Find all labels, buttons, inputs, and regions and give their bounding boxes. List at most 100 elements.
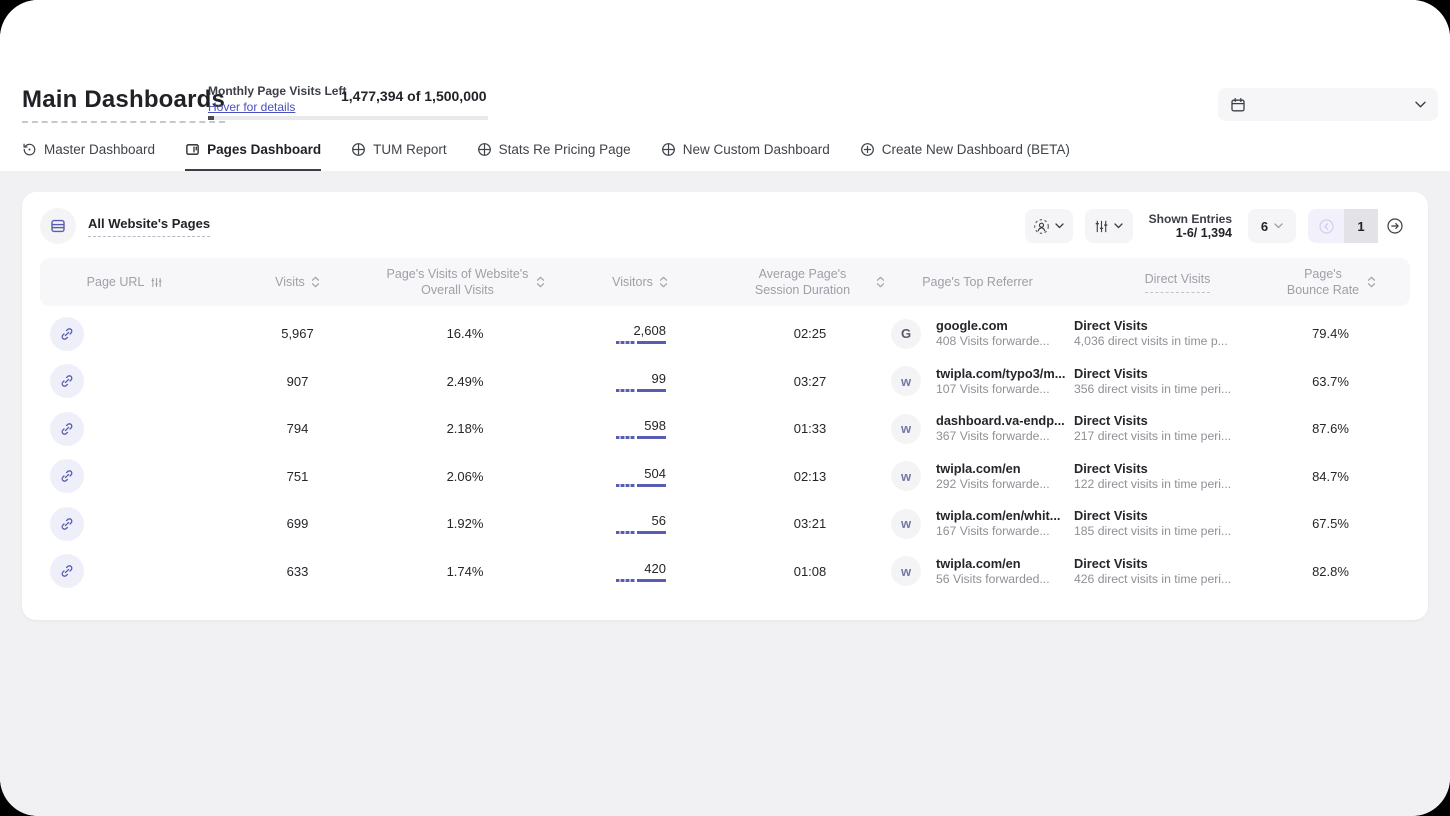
- visits-share-value: 1.74%: [385, 564, 545, 579]
- table-row: 751 2.06% 504 02:13 wtwipla.com/en292 Vi…: [40, 453, 1410, 501]
- history-icon: [22, 142, 37, 157]
- hover-for-details-link[interactable]: Hover for details: [208, 100, 295, 114]
- direct-visits-cell: Direct Visits185 direct visits in time p…: [1070, 508, 1285, 539]
- circle-plus-icon: [477, 142, 492, 157]
- referrer-favicon: w: [891, 414, 921, 444]
- table-widget-icon: [40, 208, 76, 244]
- page-link-icon[interactable]: [50, 317, 84, 351]
- chevron-down-icon: [1114, 223, 1123, 229]
- visitors-cell: 598: [545, 418, 735, 439]
- sort-icon: [536, 276, 545, 288]
- date-range-picker[interactable]: [1218, 88, 1438, 121]
- circle-plus-icon: [661, 142, 676, 157]
- card-title-wrap: All Website's Pages: [40, 208, 210, 244]
- visitors-bar: [616, 389, 666, 392]
- session-duration-value: 02:25: [735, 326, 885, 341]
- column-label: Direct Visits: [1145, 271, 1211, 292]
- column-header-session-duration[interactable]: Average Page's Session Duration: [735, 266, 885, 299]
- tab-master-dashboard[interactable]: Master Dashboard: [22, 140, 155, 171]
- shown-entries-label: Shown Entries: [1149, 212, 1232, 226]
- visits-share-value: 1.92%: [385, 516, 545, 531]
- tab-label: Create New Dashboard (BETA): [882, 142, 1070, 158]
- column-label: Visits: [275, 274, 305, 290]
- referrer-favicon: w: [891, 461, 921, 491]
- table-header-row: Page URL Visits Page's Visits of Website…: [40, 258, 1410, 306]
- referrer-favicon: G: [891, 319, 921, 349]
- tab-pages-dashboard[interactable]: Pages Dashboard: [185, 140, 321, 171]
- top-referrer-cell: wdashboard.va-endp...367 Visits forwarde…: [885, 413, 1070, 444]
- table-row: 794 2.18% 598 01:33 wdashboard.va-endp..…: [40, 405, 1410, 453]
- visitors-value: 420: [644, 561, 666, 576]
- tab-tum-report[interactable]: TUM Report: [351, 140, 447, 171]
- visitors-cell: 56: [545, 513, 735, 534]
- session-duration-value: 03:21: [735, 516, 885, 531]
- referrer-favicon: w: [891, 509, 921, 539]
- tab-create-new-dashboard[interactable]: Create New Dashboard (BETA): [860, 140, 1070, 171]
- table-row: 907 2.49% 99 03:27 wtwipla.com/typo3/m..…: [40, 358, 1410, 406]
- visitors-cell: 99: [545, 371, 735, 392]
- direct-visits-detail: 217 direct visits in time peri...: [1074, 429, 1231, 443]
- column-label: Page's Top Referrer: [922, 274, 1033, 290]
- column-label: Average Page's Session Duration: [735, 266, 870, 299]
- filters-button[interactable]: [1085, 209, 1133, 243]
- quota-value: 1,477,394 of 1,500,000: [341, 88, 487, 104]
- page-title: Main Dashboards: [22, 86, 225, 123]
- page-link-icon[interactable]: [50, 507, 84, 541]
- bounce-rate-value: 63.7%: [1285, 374, 1410, 389]
- direct-visits-cell: Direct Visits426 direct visits in time p…: [1070, 556, 1285, 587]
- tab-label: TUM Report: [373, 142, 447, 158]
- referrer-detail: 292 Visits forwarde...: [936, 477, 1050, 491]
- column-header-visits-share[interactable]: Page's Visits of Website's Overall Visit…: [385, 266, 545, 299]
- referrer-domain: dashboard.va-endp...: [936, 413, 1065, 428]
- visitors-cell: 504: [545, 466, 735, 487]
- visitors-bar: [616, 484, 666, 487]
- direct-visits-detail: 356 direct visits in time peri...: [1074, 382, 1231, 396]
- session-duration-value: 01:33: [735, 421, 885, 436]
- page-link-icon[interactable]: [50, 459, 84, 493]
- bounce-rate-value: 82.8%: [1285, 564, 1410, 579]
- quota-progress-bar: [208, 116, 488, 120]
- sort-icon: [659, 276, 668, 288]
- visitors-value: 56: [652, 513, 666, 528]
- segments-button[interactable]: [1025, 209, 1073, 243]
- visitors-cell: 420: [545, 561, 735, 582]
- column-header-bounce-rate[interactable]: Page's Bounce Rate: [1285, 266, 1410, 299]
- referrer-domain: google.com: [936, 318, 1008, 333]
- top-referrer-cell: Ggoogle.com408 Visits forwarde...: [885, 318, 1070, 349]
- next-page-button[interactable]: [1378, 209, 1412, 243]
- tab-label: New Custom Dashboard: [683, 142, 830, 158]
- referrer-domain: twipla.com/en: [936, 461, 1021, 476]
- circle-plus-icon: [351, 142, 366, 157]
- column-label: Visitors: [612, 274, 653, 290]
- column-label: Page's Bounce Rate: [1285, 266, 1361, 299]
- direct-visits-title: Direct Visits: [1074, 508, 1148, 523]
- page-link-icon[interactable]: [50, 364, 84, 398]
- calendar-icon: [1230, 97, 1246, 113]
- page-size-select[interactable]: 6: [1248, 209, 1296, 243]
- chevron-down-icon: [1274, 223, 1283, 229]
- session-duration-value: 01:08: [735, 564, 885, 579]
- column-header-visits[interactable]: Visits: [210, 274, 385, 290]
- visitors-bar: [616, 531, 666, 534]
- bounce-rate-value: 79.4%: [1285, 326, 1410, 341]
- tab-stats-re-pricing-page[interactable]: Stats Re Pricing Page: [477, 140, 631, 171]
- column-header-visitors[interactable]: Visitors: [545, 274, 735, 290]
- tab-new-custom-dashboard[interactable]: New Custom Dashboard: [661, 140, 830, 171]
- tab-label: Stats Re Pricing Page: [499, 142, 631, 158]
- direct-visits-detail: 4,036 direct visits in time p...: [1074, 334, 1228, 348]
- sort-icon: [311, 276, 320, 288]
- referrer-domain: twipla.com/typo3/m...: [936, 366, 1065, 381]
- visits-value: 794: [210, 421, 385, 436]
- table-row: 699 1.92% 56 03:21 wtwipla.com/en/whit..…: [40, 500, 1410, 548]
- referrer-domain: twipla.com/en: [936, 556, 1021, 571]
- visits-share-value: 2.06%: [385, 469, 545, 484]
- visits-value: 751: [210, 469, 385, 484]
- app-window: Main Dashboards Monthly Page Visits Left…: [0, 0, 1450, 816]
- visits-share-value: 16.4%: [385, 326, 545, 341]
- page-link-icon[interactable]: [50, 554, 84, 588]
- previous-page-button[interactable]: [1308, 209, 1344, 243]
- page-link-icon[interactable]: [50, 412, 84, 446]
- column-header-page-url[interactable]: Page URL: [40, 274, 210, 290]
- column-header-direct-visits[interactable]: Direct Visits: [1070, 271, 1285, 292]
- visits-share-value: 2.49%: [385, 374, 545, 389]
